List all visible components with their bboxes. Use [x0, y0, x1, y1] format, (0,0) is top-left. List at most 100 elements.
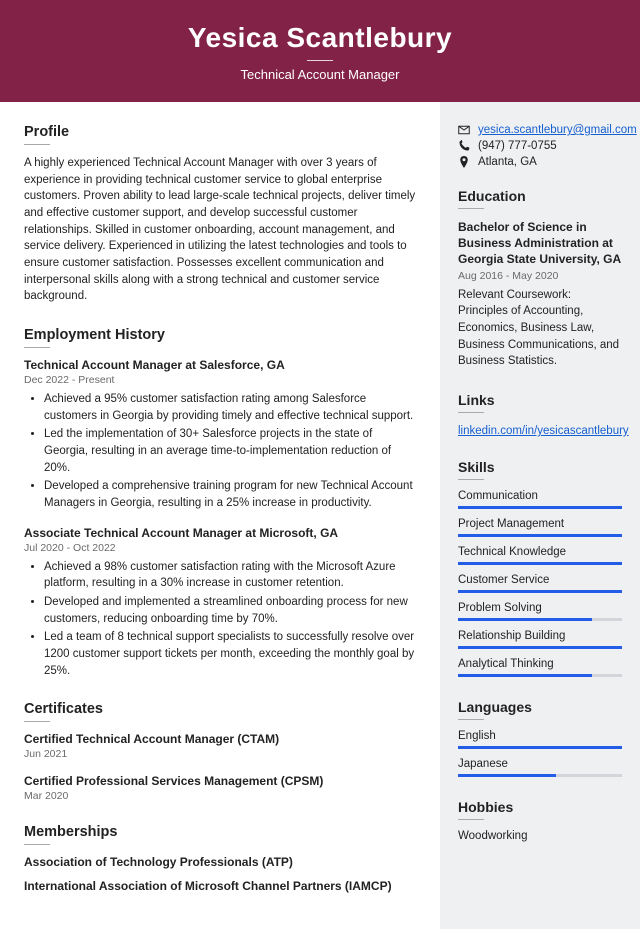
skill-item-bar-fill	[458, 618, 592, 621]
links-section: Links linkedin.com/in/yesicascantlebury	[458, 392, 622, 437]
job-item: Associate Technical Account Manager at M…	[24, 526, 416, 680]
contact-block: yesica.scantlebury@gmail.com (947) 777-0…	[458, 124, 622, 168]
skill-item-bar-fill	[458, 562, 622, 565]
employment-section: Employment History Technical Account Man…	[24, 327, 416, 679]
skill-item-bar-fill	[458, 506, 622, 509]
skill-item: Communication	[458, 490, 622, 509]
skill-item-bar	[458, 506, 622, 509]
skill-item-bar	[458, 646, 622, 649]
contact-email-row: yesica.scantlebury@gmail.com	[458, 124, 622, 136]
languages-heading: Languages	[458, 699, 622, 715]
certificate-date: Jun 2021	[24, 748, 416, 760]
skill-item: Technical Knowledge	[458, 546, 622, 565]
employment-heading: Employment History	[24, 327, 416, 343]
education-degree: Bachelor of Science in Business Administ…	[458, 219, 622, 268]
language-item: English	[458, 730, 622, 749]
certificate-item: Certified Professional Services Manageme…	[24, 774, 416, 802]
memberships-section: Memberships Association of Technology Pr…	[24, 824, 416, 893]
section-rule	[458, 819, 484, 820]
skill-item-label: Technical Knowledge	[458, 546, 622, 558]
skill-item-label: Relationship Building	[458, 630, 622, 642]
location-text: Atlanta, GA	[478, 156, 537, 168]
hobby-item: Woodworking	[458, 830, 622, 842]
contact-location-row: Atlanta, GA	[458, 156, 622, 168]
job-bullet: Achieved a 95% customer satisfaction rat…	[44, 391, 416, 424]
email-icon	[458, 124, 470, 136]
email-link[interactable]: yesica.scantlebury@gmail.com	[478, 124, 637, 136]
phone-text: (947) 777-0755	[478, 140, 557, 152]
job-item: Technical Account Manager at Salesforce,…	[24, 358, 416, 512]
sidebar: yesica.scantlebury@gmail.com (947) 777-0…	[440, 102, 640, 929]
skill-item-label: Customer Service	[458, 574, 622, 586]
membership-item: Association of Technology Professionals …	[24, 855, 416, 869]
language-item: Japanese	[458, 758, 622, 777]
skill-item-bar-fill	[458, 674, 592, 677]
skill-item: Relationship Building	[458, 630, 622, 649]
skill-item-bar	[458, 562, 622, 565]
job-dates: Jul 2020 - Oct 2022	[24, 542, 416, 554]
hobbies-section: Hobbies Woodworking	[458, 799, 622, 842]
job-dates: Dec 2022 - Present	[24, 374, 416, 386]
header-banner: Yesica Scantlebury Technical Account Man…	[0, 0, 640, 102]
job-bullet: Led a team of 8 technical support specia…	[44, 629, 416, 679]
profile-section: Profile A highly experienced Technical A…	[24, 124, 416, 305]
phone-icon	[458, 140, 470, 152]
education-heading: Education	[458, 188, 622, 204]
header-rule	[307, 60, 333, 61]
skill-item-bar	[458, 674, 622, 677]
skill-item-bar-fill	[458, 590, 622, 593]
skill-item: Analytical Thinking	[458, 658, 622, 677]
section-rule	[24, 347, 50, 348]
certificate-title: Certified Technical Account Manager (CTA…	[24, 732, 416, 746]
certificate-date: Mar 2020	[24, 790, 416, 802]
languages-section: Languages English Japanese	[458, 699, 622, 777]
education-section: Education Bachelor of Science in Busines…	[458, 188, 622, 370]
skill-item-bar	[458, 618, 622, 621]
main-column: Profile A highly experienced Technical A…	[0, 102, 440, 929]
profile-text: A highly experienced Technical Account M…	[24, 155, 416, 305]
skill-item: Customer Service	[458, 574, 622, 593]
section-rule	[458, 412, 484, 413]
section-rule	[458, 719, 484, 720]
job-title: Associate Technical Account Manager at M…	[24, 526, 416, 540]
links-heading: Links	[458, 392, 622, 408]
language-item-bar-fill	[458, 774, 556, 777]
section-rule	[24, 844, 50, 845]
job-bullet: Achieved a 98% customer satisfaction rat…	[44, 559, 416, 592]
skill-item-label: Project Management	[458, 518, 622, 530]
section-rule	[24, 144, 50, 145]
section-rule	[458, 479, 484, 480]
job-title: Technical Account Manager at Salesforce,…	[24, 358, 416, 372]
skill-item-bar	[458, 590, 622, 593]
skill-item: Problem Solving	[458, 602, 622, 621]
job-bullets: Achieved a 98% customer satisfaction rat…	[24, 559, 416, 680]
contact-phone-row: (947) 777-0755	[458, 140, 622, 152]
skill-item-label: Communication	[458, 490, 622, 502]
language-item-label: English	[458, 730, 622, 742]
certificate-title: Certified Professional Services Manageme…	[24, 774, 416, 788]
skills-heading: Skills	[458, 459, 622, 475]
job-bullet: Developed a comprehensive training progr…	[44, 478, 416, 511]
job-bullet: Developed and implemented a streamlined …	[44, 594, 416, 627]
membership-item: International Association of Microsoft C…	[24, 879, 416, 893]
link-item[interactable]: linkedin.com/in/yesicascantlebury	[458, 425, 629, 437]
skill-item-bar-fill	[458, 646, 622, 649]
certificates-heading: Certificates	[24, 701, 416, 717]
skill-item-label: Problem Solving	[458, 602, 622, 614]
certificate-item: Certified Technical Account Manager (CTA…	[24, 732, 416, 760]
skill-item-bar-fill	[458, 534, 622, 537]
education-detail: Relevant Coursework: Principles of Accou…	[458, 287, 622, 370]
memberships-heading: Memberships	[24, 824, 416, 840]
hobbies-heading: Hobbies	[458, 799, 622, 815]
section-rule	[458, 208, 484, 209]
skill-item-label: Analytical Thinking	[458, 658, 622, 670]
language-item-bar-fill	[458, 746, 622, 749]
person-title: Technical Account Manager	[0, 67, 640, 82]
location-icon	[458, 156, 470, 168]
profile-heading: Profile	[24, 124, 416, 140]
language-item-bar	[458, 746, 622, 749]
section-rule	[24, 721, 50, 722]
skills-section: Skills Communication Project Management Te…	[458, 459, 622, 677]
skill-item: Project Management	[458, 518, 622, 537]
job-bullets: Achieved a 95% customer satisfaction rat…	[24, 391, 416, 512]
